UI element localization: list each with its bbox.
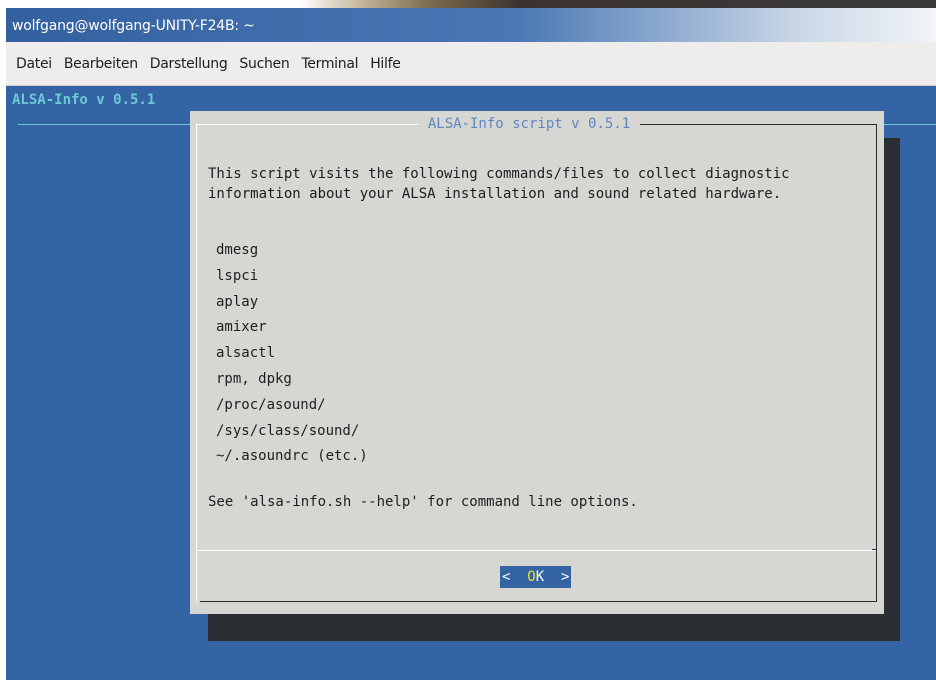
dialog-border-top-left: [196, 124, 418, 125]
ok-button-right-bracket: >: [544, 569, 570, 585]
dialog-button-divider: [196, 550, 876, 551]
dialog-button-divider-shadow: [872, 549, 877, 550]
window-titlebar[interactable]: wolfgang@wolfgang-UNITY-F24B: ~: [6, 8, 936, 42]
menu-datei[interactable]: Datei: [10, 56, 58, 72]
dialog-border-top-right: [640, 124, 876, 125]
menubar: Datei Bearbeiten Darstellung Suchen Term…: [6, 42, 936, 86]
dialog-border-left: [196, 124, 197, 602]
command-item: amixer: [216, 319, 267, 336]
command-item: alsactl: [216, 345, 276, 362]
ok-button-left-bracket: <: [502, 569, 528, 585]
command-item: rpm, dpkg: [216, 370, 292, 387]
menu-darstellung[interactable]: Darstellung: [144, 56, 234, 72]
command-list: dmesg lspci aplay amixer alsactl rpm, dp…: [216, 240, 368, 472]
dialog-border-right: [876, 124, 877, 602]
screen: wolfgang@wolfgang-UNITY-F24B: ~ Datei Be…: [0, 0, 936, 680]
dialog-border-bottom: [200, 601, 877, 602]
ok-button[interactable]: < OK >: [500, 566, 572, 588]
menu-bearbeiten[interactable]: Bearbeiten: [58, 56, 144, 72]
menu-terminal[interactable]: Terminal: [295, 56, 364, 72]
dialog-title: ALSA-Info script v 0.5.1: [427, 116, 631, 132]
ok-button-label-rest: K: [535, 569, 545, 585]
command-item: ~/.asoundrc (etc.): [216, 448, 368, 465]
command-item: /sys/class/sound/: [216, 422, 360, 439]
desktop-top-strip: [0, 0, 936, 8]
command-item: dmesg: [216, 242, 259, 258]
menu-hilfe[interactable]: Hilfe: [364, 56, 406, 72]
ok-button-hotkey: O: [527, 569, 536, 585]
command-item: aplay: [216, 293, 259, 310]
terminal-header-title: ALSA-Info v 0.5.1: [12, 92, 156, 108]
dialog-intro-text: This script visits the following command…: [208, 166, 790, 202]
window-title: wolfgang@wolfgang-UNITY-F24B: ~: [12, 18, 255, 34]
command-item: lspci: [216, 267, 259, 284]
command-item: /proc/asound/: [216, 396, 326, 413]
dialog-help-hint: See 'alsa-info.sh --help' for command li…: [208, 494, 638, 510]
menu-suchen[interactable]: Suchen: [233, 56, 295, 72]
